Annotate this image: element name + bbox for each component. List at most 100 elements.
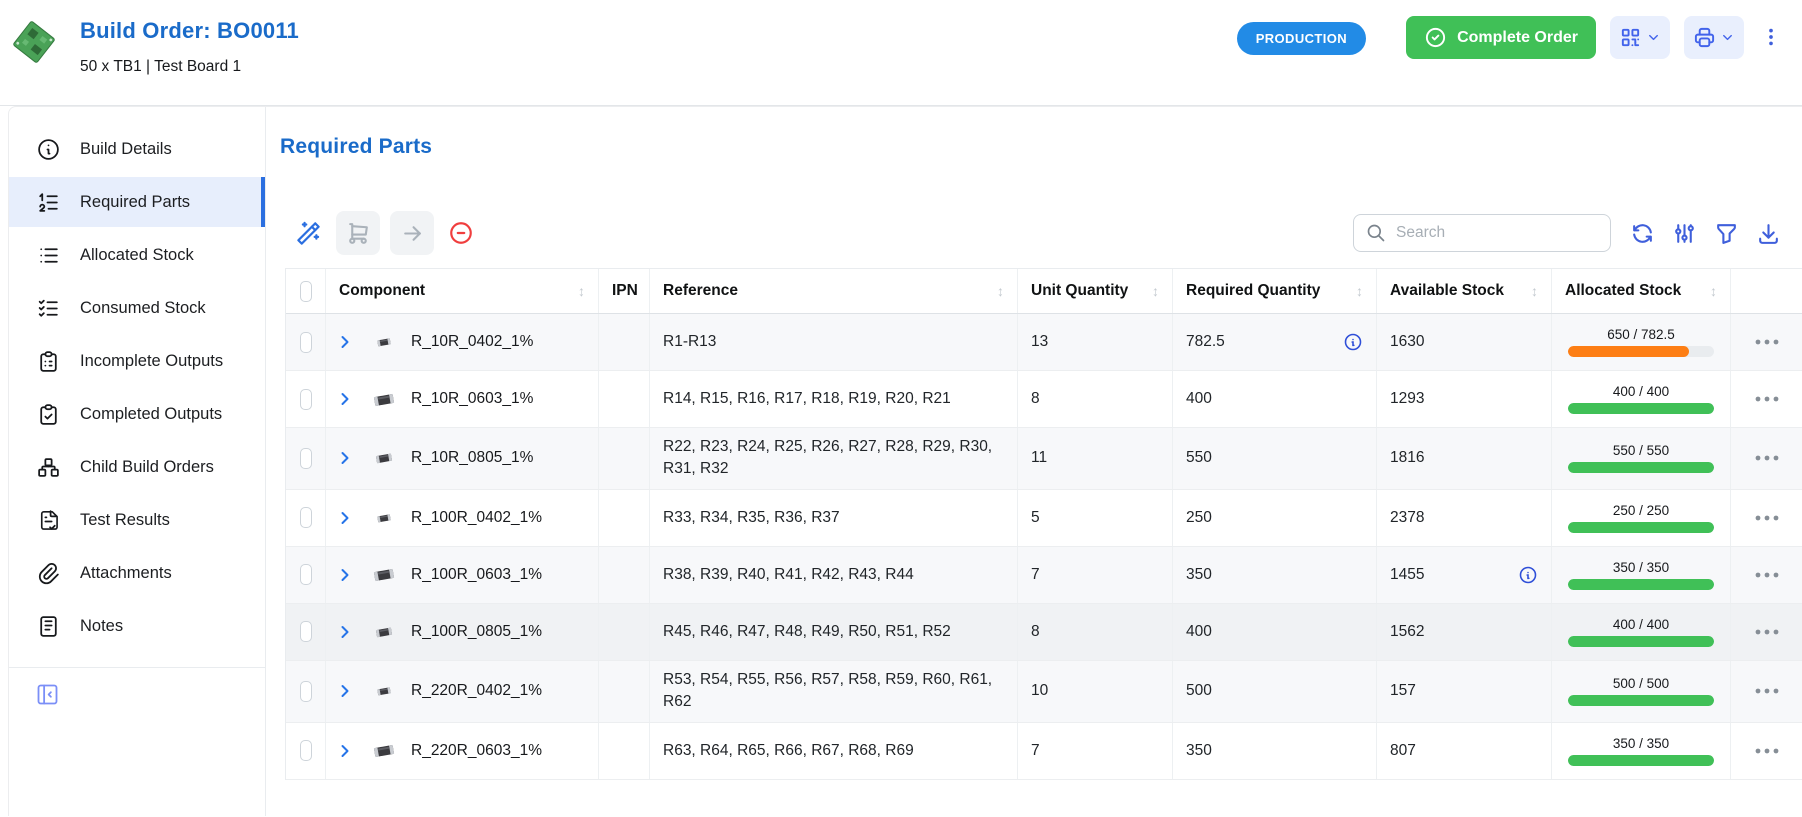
sidebar-item-test-results[interactable]: Test Results [9,495,265,545]
allocated-stock-cell: 550 / 550 [1552,428,1731,489]
sidebar-item-consumed-stock[interactable]: Consumed Stock [9,283,265,333]
collapse-sidebar-button[interactable] [34,681,61,708]
auto-allocate-button[interactable] [291,216,326,251]
ipn-cell [599,490,650,546]
row-checkbox[interactable] [300,332,312,353]
download-button[interactable] [1756,221,1781,246]
row-actions-menu-icon[interactable] [1754,570,1780,580]
status-badge: PRODUCTION [1237,22,1366,55]
refresh-button[interactable] [1630,221,1655,246]
table-row[interactable]: R_100R_0603_1% R38, R39, R40, R41, R42, … [286,547,1802,604]
unit-quantity-cell: 8 [1018,371,1173,427]
row-actions-menu-icon[interactable] [1754,627,1780,637]
available-stock-cell: 1630 [1377,314,1552,370]
info-icon[interactable] [1518,565,1538,585]
order-parts-button[interactable] [336,211,380,255]
row-actions-menu-icon[interactable] [1754,337,1780,347]
column-header-unit-quantity[interactable]: Unit Quantity ↕ [1018,269,1173,313]
row-checkbox[interactable] [300,681,312,702]
column-header-required-quantity[interactable]: Required Quantity ↕ [1173,269,1377,313]
select-all-checkbox[interactable] [300,281,312,302]
row-checkbox[interactable] [300,448,312,469]
table-toolbar [280,211,1802,255]
circle-minus-icon [448,220,474,246]
component-name-link[interactable]: R_220R_0402_1% [411,682,542,700]
allocated-stock-cell: 250 / 250 [1552,490,1731,546]
row-actions-menu-icon[interactable] [1754,686,1780,696]
expand-row-chevron-icon[interactable] [335,622,355,642]
clipboard-check-icon [36,402,61,427]
filter-button[interactable] [1714,221,1739,246]
table-row[interactable]: R_220R_0402_1% R53, R54, R55, R56, R57, … [286,661,1802,723]
sidebar-item-build-details[interactable]: Build Details [9,124,265,174]
component-name-link[interactable]: R_10R_0402_1% [411,333,533,351]
expand-row-chevron-icon[interactable] [335,565,355,585]
row-actions-cell [1731,604,1802,660]
table-row[interactable]: R_10R_0603_1% R14, R15, R16, R17, R18, R… [286,371,1802,428]
info-icon[interactable] [1343,332,1363,352]
column-header-component[interactable]: Component ↕ [326,269,599,313]
ipn-cell [599,547,650,603]
barcode-actions-button[interactable] [1610,16,1670,59]
reference-cell: R45, R46, R47, R48, R49, R50, R51, R52 [650,604,1018,660]
row-checkbox[interactable] [300,389,312,410]
complete-order-button[interactable]: Complete Order [1406,16,1596,59]
column-header-allocated-stock[interactable]: Allocated Stock ↕ [1552,269,1731,313]
table-row[interactable]: R_100R_0402_1% R33, R34, R35, R36, R37 5… [286,490,1802,547]
shopping-cart-icon [346,221,371,246]
column-header-available-stock[interactable]: Available Stock ↕ [1377,269,1552,313]
table-row[interactable]: R_10R_0402_1% R1-R13 13 782.5 1630 650 /… [286,314,1802,371]
sort-icon: ↕ [1525,283,1538,299]
available-stock-cell: 2378 [1377,490,1552,546]
row-actions-menu-icon[interactable] [1754,394,1780,404]
expand-row-chevron-icon[interactable] [335,681,355,701]
sidebar-item-notes[interactable]: Notes [9,601,265,651]
expand-row-chevron-icon[interactable] [335,448,355,468]
row-actions-menu-icon[interactable] [1754,453,1780,463]
sidebar-item-required-parts[interactable]: Required Parts [9,177,265,227]
table-row[interactable]: R_100R_0805_1% R45, R46, R47, R48, R49, … [286,604,1802,661]
component-cell: R_100R_0603_1% [326,547,599,603]
select-all-cell [286,269,326,313]
sidebar-item-incomplete-outputs[interactable]: Incomplete Outputs [9,336,265,386]
available-stock-cell: 1816 [1377,428,1552,489]
column-header-ipn[interactable]: IPN [599,269,650,313]
row-actions-menu-icon[interactable] [1754,746,1780,756]
transfer-stock-button[interactable] [390,211,434,255]
sidebar-item-completed-outputs[interactable]: Completed Outputs [9,389,265,439]
table-row[interactable]: R_220R_0603_1% R63, R64, R65, R66, R67, … [286,723,1802,780]
reference-cell: R1-R13 [650,314,1018,370]
allocation-progress-bar [1568,522,1714,533]
allocation-progress-label: 550 / 550 [1613,443,1669,458]
expand-row-chevron-icon[interactable] [335,741,355,761]
table-options-button[interactable] [1672,221,1697,246]
search-input[interactable] [1396,224,1598,242]
row-select-cell [286,723,326,779]
row-checkbox[interactable] [300,621,312,642]
print-actions-button[interactable] [1684,16,1744,59]
component-name-link[interactable]: R_220R_0603_1% [411,742,542,760]
sidebar-item-child-build-orders[interactable]: Child Build Orders [9,442,265,492]
sidebar-item-attachments[interactable]: Attachments [9,548,265,598]
component-name-link[interactable]: R_100R_0603_1% [411,566,542,584]
row-checkbox[interactable] [300,740,312,761]
required-quantity-cell: 400 [1173,371,1377,427]
component-name-link[interactable]: R_100R_0402_1% [411,509,542,527]
component-name-link[interactable]: R_10R_0805_1% [411,449,533,467]
row-checkbox[interactable] [300,507,312,528]
deallocate-stock-button[interactable] [444,216,478,250]
expand-row-chevron-icon[interactable] [335,508,355,528]
component-name-link[interactable]: R_10R_0603_1% [411,390,533,408]
column-header-reference[interactable]: Reference ↕ [650,269,1018,313]
component-name-link[interactable]: R_100R_0805_1% [411,623,542,641]
expand-row-chevron-icon[interactable] [335,332,355,352]
row-actions-menu-icon[interactable] [1754,513,1780,523]
available-stock-cell: 1455 [1377,547,1552,603]
row-checkbox[interactable] [300,564,312,585]
column-header-actions [1731,269,1802,313]
expand-row-chevron-icon[interactable] [335,389,355,409]
component-cell: R_220R_0402_1% [326,661,599,722]
more-actions-icon[interactable] [1760,26,1782,53]
table-row[interactable]: R_10R_0805_1% R22, R23, R24, R25, R26, R… [286,428,1802,490]
sidebar-item-allocated-stock[interactable]: Allocated Stock [9,230,265,280]
